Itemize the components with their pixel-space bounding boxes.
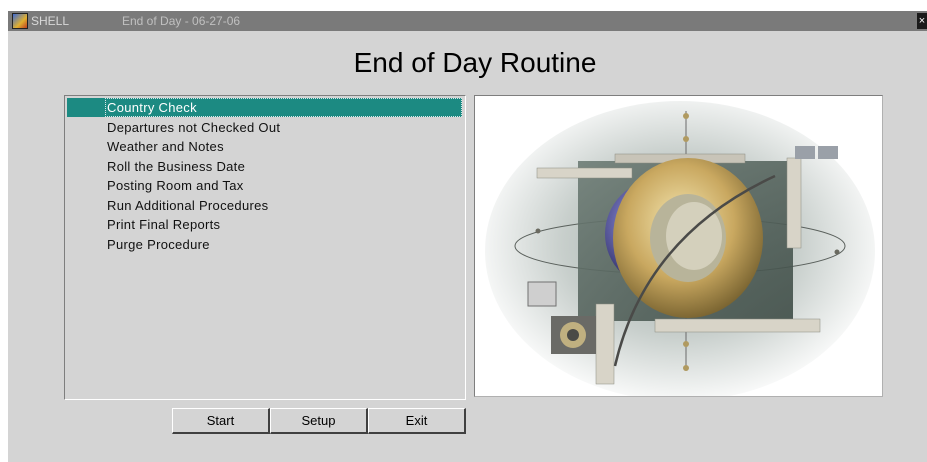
list-item[interactable]: Roll the Business Date — [65, 157, 463, 176]
app-icon — [12, 13, 28, 29]
list-item-label: Posting Room and Tax — [107, 178, 244, 193]
list-item-label: Print Final Reports — [107, 217, 221, 232]
start-button[interactable]: Start — [172, 408, 270, 434]
procedure-list[interactable]: Country Check Departures not Checked Out W… — [64, 95, 466, 400]
list-item[interactable]: Departures not Checked Out — [65, 118, 463, 137]
list-item-label: Departures not Checked Out — [107, 119, 281, 135]
list-item-label: Purge Procedure — [107, 236, 210, 252]
list-item-label: Weather and Notes — [107, 139, 224, 154]
list-item-label: Country Check — [107, 100, 197, 115]
exit-button-label: Exit — [405, 413, 428, 428]
list-item[interactable]: Country Check — [65, 98, 463, 117]
page-title: End of Day Routine — [353, 47, 597, 78]
list-item[interactable]: Posting Room and Tax — [65, 176, 463, 195]
oracle-logo-image — [474, 95, 883, 397]
window-title: End of Day - 06-27-06 — [122, 14, 241, 28]
app-name: SHELL — [31, 14, 70, 28]
setup-button[interactable]: Setup — [270, 408, 368, 434]
start-button-label: Start — [206, 413, 235, 428]
list-item[interactable]: Print Final Reports — [65, 215, 463, 234]
end-of-day-window: SHELL End of Day - 06-27-06 × End of Day… — [8, 11, 927, 462]
close-icon[interactable]: × — [917, 13, 927, 29]
list-item-label: Roll the Business Date — [107, 158, 246, 174]
title-bar[interactable]: SHELL End of Day - 06-27-06 × — [8, 11, 927, 31]
oracle-artwork — [475, 96, 882, 396]
list-item[interactable]: Purge Procedure — [65, 235, 463, 254]
list-item-label: Run Additional Procedures — [107, 197, 269, 213]
list-item[interactable]: Run Additional Procedures — [65, 196, 463, 215]
exit-button[interactable]: Exit — [368, 408, 466, 434]
list-item[interactable]: Weather and Notes — [65, 137, 463, 156]
setup-button-label: Setup — [301, 413, 336, 428]
